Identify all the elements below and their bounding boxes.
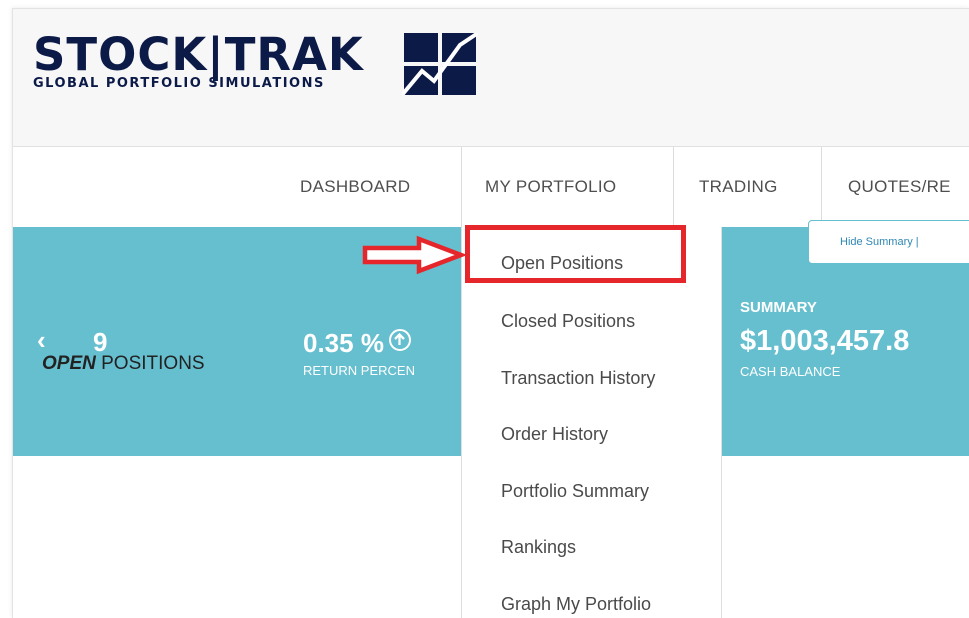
- page-title-rest: POSITIONS: [95, 353, 205, 374]
- menu-item-graph-my-portfolio[interactable]: Graph My Portfolio: [501, 593, 651, 615]
- site-header: STOCK|TRAK GLOBAL PORTFOLIO SIMULATIONS: [13, 9, 969, 147]
- app-window: STOCK|TRAK GLOBAL PORTFOLIO SIMULATIONS …: [12, 8, 969, 618]
- annotation-highlight-box: [465, 225, 686, 283]
- stocktrak-logo[interactable]: STOCK|TRAK GLOBAL PORTFOLIO SIMULATIONS: [33, 28, 478, 95]
- summary-heading: SUMMARY: [740, 299, 817, 316]
- my-portfolio-dropdown: Open Positions Closed Positions Transact…: [461, 227, 722, 618]
- annotation-arrow-icon: [362, 235, 468, 275]
- menu-item-closed-positions[interactable]: Closed Positions: [501, 310, 635, 332]
- nav-divider: [461, 147, 462, 227]
- logo-tagline: GLOBAL PORTFOLIO SIMULATIONS: [33, 76, 325, 91]
- cash-balance-label: CASH BALANCE: [740, 364, 841, 379]
- menu-item-order-history[interactable]: Order History: [501, 423, 608, 445]
- menu-item-rankings[interactable]: Rankings: [501, 536, 576, 558]
- nav-dashboard[interactable]: DASHBOARD: [300, 147, 410, 227]
- return-percent-label: RETURN PERCEN: [303, 363, 415, 378]
- nav-my-portfolio[interactable]: MY PORTFOLIO: [485, 147, 616, 227]
- nav-quotes-research[interactable]: QUOTES/RE: [848, 147, 951, 227]
- cash-balance-value: $1,003,457.8: [740, 325, 910, 357]
- menu-item-transaction-history[interactable]: Transaction History: [501, 367, 655, 389]
- hide-summary-button[interactable]: Hide Summary |: [808, 220, 969, 264]
- nav-trading[interactable]: TRADING: [699, 147, 778, 227]
- prev-arrow-icon[interactable]: ‹: [37, 325, 46, 356]
- return-percent-value: 0.35 %: [303, 328, 384, 358]
- arrow-up-circle-icon: [389, 329, 411, 351]
- logo-chart-icon: [402, 33, 478, 95]
- logo-wordmark: STOCK|TRAK: [33, 28, 364, 81]
- page-title-bold: OPEN: [42, 353, 96, 374]
- page-title: OPEN POSITIONS: [42, 353, 205, 375]
- menu-item-portfolio-summary[interactable]: Portfolio Summary: [501, 480, 649, 502]
- nav-divider: [673, 147, 674, 227]
- main-nav: DASHBOARD MY PORTFOLIO TRADING QUOTES/RE: [13, 147, 969, 227]
- nav-divider: [821, 147, 822, 227]
